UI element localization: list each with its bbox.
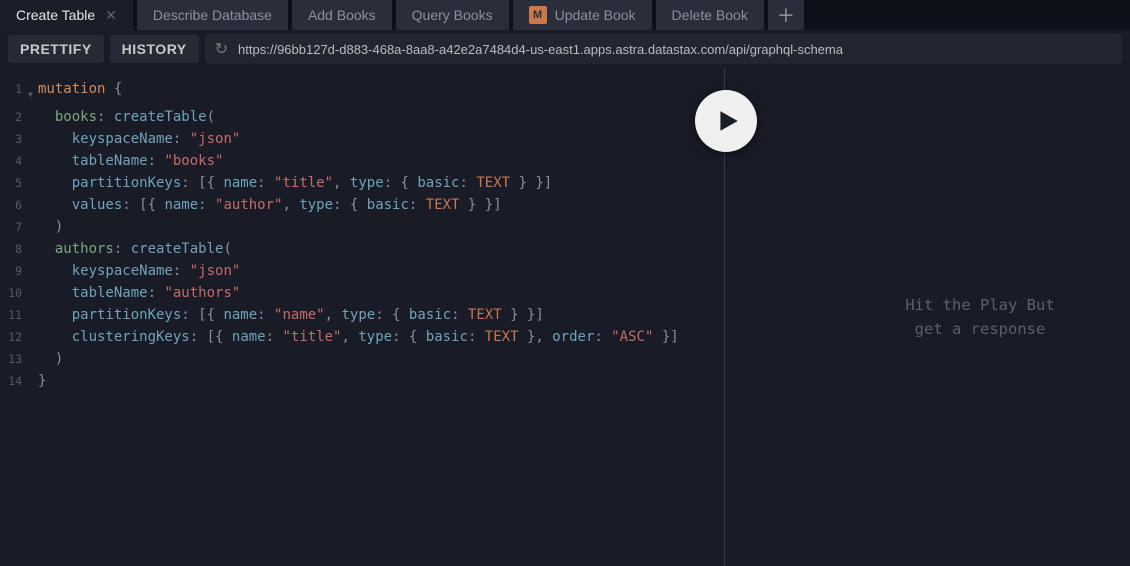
line-number: 4 <box>0 150 28 172</box>
tab-bar: Create Table ✕ Describe Database Add Boo… <box>0 0 1130 30</box>
code-line: 1▼mutation { <box>0 78 724 106</box>
code-line: 10 tableName: "authors" <box>0 282 724 304</box>
code-line: 7 ) <box>0 216 724 238</box>
fold-gutter <box>28 238 38 260</box>
line-number: 13 <box>0 348 28 370</box>
code-line: 8 authors: createTable( <box>0 238 724 260</box>
line-number: 11 <box>0 304 28 326</box>
fold-gutter <box>28 326 38 348</box>
results-pane: Hit the Play But get a response <box>725 68 1130 566</box>
toolbar: PRETTIFY HISTORY ↻ https://96bb127d-d883… <box>0 30 1130 68</box>
play-icon <box>715 108 741 134</box>
code-content: } <box>38 370 724 392</box>
line-number: 1 <box>0 78 28 106</box>
fold-gutter <box>28 150 38 172</box>
fold-gutter <box>28 282 38 304</box>
endpoint-url: https://96bb127d-d883-468a-8aa8-a42e2a74… <box>238 42 843 57</box>
fold-gutter <box>28 304 38 326</box>
code-content: tableName: "books" <box>38 150 724 172</box>
line-number: 6 <box>0 194 28 216</box>
fold-gutter <box>28 370 38 392</box>
tab-label: Query Books <box>412 7 493 23</box>
line-number: 3 <box>0 128 28 150</box>
code-content: keyspaceName: "json" <box>38 128 724 150</box>
line-number: 8 <box>0 238 28 260</box>
fold-gutter <box>28 260 38 282</box>
plus-icon: ＋ <box>777 2 795 28</box>
code-content: ) <box>38 348 724 370</box>
prettify-button[interactable]: PRETTIFY <box>8 35 104 63</box>
code-content: mutation { <box>38 78 724 106</box>
code-line: 2 books: createTable( <box>0 106 724 128</box>
tab-delete-book[interactable]: Delete Book <box>656 0 764 30</box>
modified-badge: M <box>529 6 547 24</box>
line-number: 14 <box>0 370 28 392</box>
tab-label: Create Table <box>16 7 95 23</box>
add-tab-button[interactable]: ＋ <box>768 0 804 30</box>
tab-label: Add Books <box>308 7 376 23</box>
fold-gutter <box>28 216 38 238</box>
tab-create-table[interactable]: Create Table ✕ <box>0 0 133 30</box>
fold-gutter <box>28 172 38 194</box>
fold-gutter: ▼ <box>28 78 38 106</box>
code-line: 14} <box>0 370 724 392</box>
fold-gutter <box>28 128 38 150</box>
line-number: 7 <box>0 216 28 238</box>
endpoint-input[interactable]: ↻ https://96bb127d-d883-468a-8aa8-a42e2a… <box>205 34 1122 64</box>
code-content: books: createTable( <box>38 106 724 128</box>
fold-gutter <box>28 194 38 216</box>
code-line: 3 keyspaceName: "json" <box>0 128 724 150</box>
line-number: 2 <box>0 106 28 128</box>
query-editor[interactable]: 1▼mutation {2 books: createTable(3 keysp… <box>0 68 725 566</box>
tab-label: Describe Database <box>153 7 272 23</box>
fold-gutter <box>28 348 38 370</box>
play-button[interactable] <box>695 90 757 152</box>
code-content: tableName: "authors" <box>38 282 724 304</box>
history-button[interactable]: HISTORY <box>110 35 199 63</box>
code-line: 12 clusteringKeys: [{ name: "title", typ… <box>0 326 724 348</box>
code-line: 13 ) <box>0 348 724 370</box>
fold-gutter <box>28 106 38 128</box>
code-content: values: [{ name: "author", type: { basic… <box>38 194 724 216</box>
code-content: partitionKeys: [{ name: "title", type: {… <box>38 172 724 194</box>
tab-update-book[interactable]: M Update Book <box>513 0 652 30</box>
tab-describe-database[interactable]: Describe Database <box>137 0 288 30</box>
code-content: clusteringKeys: [{ name: "title", type: … <box>38 326 724 348</box>
code-content: partitionKeys: [{ name: "name", type: { … <box>38 304 724 326</box>
tab-add-books[interactable]: Add Books <box>292 0 392 30</box>
code-line: 11 partitionKeys: [{ name: "name", type:… <box>0 304 724 326</box>
line-number: 12 <box>0 326 28 348</box>
tab-query-books[interactable]: Query Books <box>396 0 509 30</box>
code-content: authors: createTable( <box>38 238 724 260</box>
main-area: 1▼mutation {2 books: createTable(3 keysp… <box>0 68 1130 566</box>
tab-label: Delete Book <box>672 7 748 23</box>
reload-icon[interactable]: ↻ <box>215 39 228 59</box>
code-content: keyspaceName: "json" <box>38 260 724 282</box>
tab-label: Update Book <box>555 7 636 23</box>
code-line: 9 keyspaceName: "json" <box>0 260 724 282</box>
code-line: 6 values: [{ name: "author", type: { bas… <box>0 194 724 216</box>
code-line: 4 tableName: "books" <box>0 150 724 172</box>
line-number: 5 <box>0 172 28 194</box>
code-line: 5 partitionKeys: [{ name: "title", type:… <box>0 172 724 194</box>
close-icon[interactable]: ✕ <box>105 7 117 24</box>
results-hint: Hit the Play But get a response <box>830 293 1130 341</box>
line-number: 9 <box>0 260 28 282</box>
code-content: ) <box>38 216 724 238</box>
line-number: 10 <box>0 282 28 304</box>
